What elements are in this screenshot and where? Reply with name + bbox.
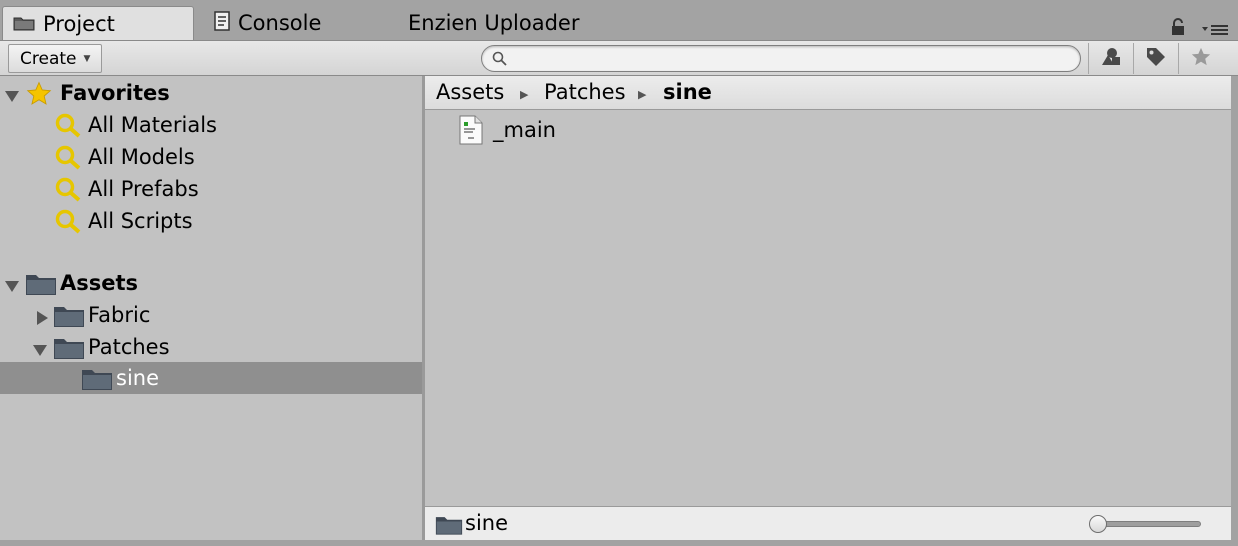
folder-icon — [53, 304, 85, 333]
project-tree: Favorites All Materials All Models All P… — [0, 76, 422, 540]
zoom-slider-thumb[interactable] — [1089, 515, 1107, 533]
tree-item-assets[interactable]: Assets — [0, 267, 422, 299]
assets-label: Assets — [60, 271, 139, 295]
asset-browser: Assets ▶ Patches ▶ sine _main sine — [425, 76, 1231, 540]
magnifier-icon — [54, 113, 82, 144]
tree-item-favorites[interactable]: Favorites — [0, 77, 422, 109]
tab-project[interactable]: Project — [2, 6, 194, 40]
create-button[interactable]: Create ▼ — [8, 44, 102, 73]
folder-icon — [13, 12, 35, 36]
text-asset-icon — [459, 115, 483, 145]
search-input[interactable] — [481, 45, 1081, 72]
status-bar: sine — [425, 506, 1231, 540]
filter-by-label-button[interactable] — [1133, 43, 1177, 74]
favorite-item-all-materials[interactable]: All Materials — [0, 109, 422, 141]
zoom-slider-track[interactable] — [1093, 521, 1201, 527]
lock-icon[interactable] — [1170, 18, 1186, 36]
magnifier-icon — [54, 209, 82, 240]
tab-enzien-uploader-label: Enzien Uploader — [408, 11, 580, 35]
panel-menu-icon[interactable] — [1202, 22, 1230, 36]
file-name: _main — [493, 118, 556, 142]
current-path-label: sine — [465, 511, 509, 535]
filter-by-label-icon — [1145, 46, 1167, 72]
filter-by-type-icon — [1100, 47, 1122, 71]
favorite-item-all-models[interactable]: All Models — [0, 141, 422, 173]
file-item-main[interactable]: _main — [459, 114, 556, 146]
expand-right-triangle-icon[interactable] — [34, 307, 50, 325]
window-edge — [1231, 76, 1238, 540]
folder-icon — [25, 272, 57, 301]
create-label: Create — [20, 48, 77, 69]
sine-label: sine — [116, 366, 160, 390]
star-icon — [25, 81, 53, 112]
folder-icon — [435, 514, 463, 541]
fabric-label: Fabric — [88, 303, 151, 327]
tab-console[interactable]: Console — [214, 6, 321, 40]
magnifier-icon — [54, 145, 82, 176]
favorite-label: All Scripts — [88, 209, 193, 233]
favorites-label: Favorites — [60, 81, 170, 105]
patches-label: Patches — [88, 335, 170, 359]
toolbar: Create ▼ — [0, 40, 1238, 76]
favorite-star-icon — [1190, 46, 1212, 72]
tree-item-sine[interactable]: sine — [0, 362, 422, 394]
favorite-label: All Materials — [88, 113, 217, 137]
expand-down-triangle-icon[interactable] — [32, 339, 48, 356]
folder-icon — [53, 336, 85, 365]
favorite-button[interactable] — [1178, 43, 1222, 74]
breadcrumb: Assets ▶ Patches ▶ sine — [425, 76, 1231, 110]
tree-item-patches[interactable]: Patches — [0, 331, 422, 363]
expand-down-triangle-icon[interactable] — [4, 275, 20, 292]
favorite-item-all-scripts[interactable]: All Scripts — [0, 205, 422, 237]
expand-down-triangle-icon[interactable] — [4, 85, 20, 102]
tab-enzien-uploader[interactable]: Enzien Uploader — [408, 6, 579, 40]
breadcrumb-assets[interactable]: Assets — [436, 80, 504, 104]
search-icon — [492, 51, 508, 67]
chevron-down-icon: ▼ — [83, 53, 91, 64]
breadcrumb-separator-icon: ▶ — [638, 88, 647, 101]
favorite-label: All Prefabs — [88, 177, 199, 201]
breadcrumb-sine[interactable]: sine — [663, 80, 712, 104]
favorite-item-all-prefabs[interactable]: All Prefabs — [0, 173, 422, 205]
tab-strip: Project Console Enzien Uploader — [0, 0, 1238, 40]
tab-project-label: Project — [43, 11, 115, 36]
favorite-label: All Models — [88, 145, 195, 169]
breadcrumb-separator-icon: ▶ — [520, 88, 529, 101]
console-icon — [214, 10, 230, 36]
folder-icon — [81, 367, 113, 396]
filter-by-type-button[interactable] — [1088, 43, 1132, 74]
tab-console-label: Console — [238, 11, 322, 35]
breadcrumb-patches[interactable]: Patches — [544, 80, 626, 104]
tree-item-fabric[interactable]: Fabric — [0, 299, 422, 331]
magnifier-icon — [54, 177, 82, 208]
